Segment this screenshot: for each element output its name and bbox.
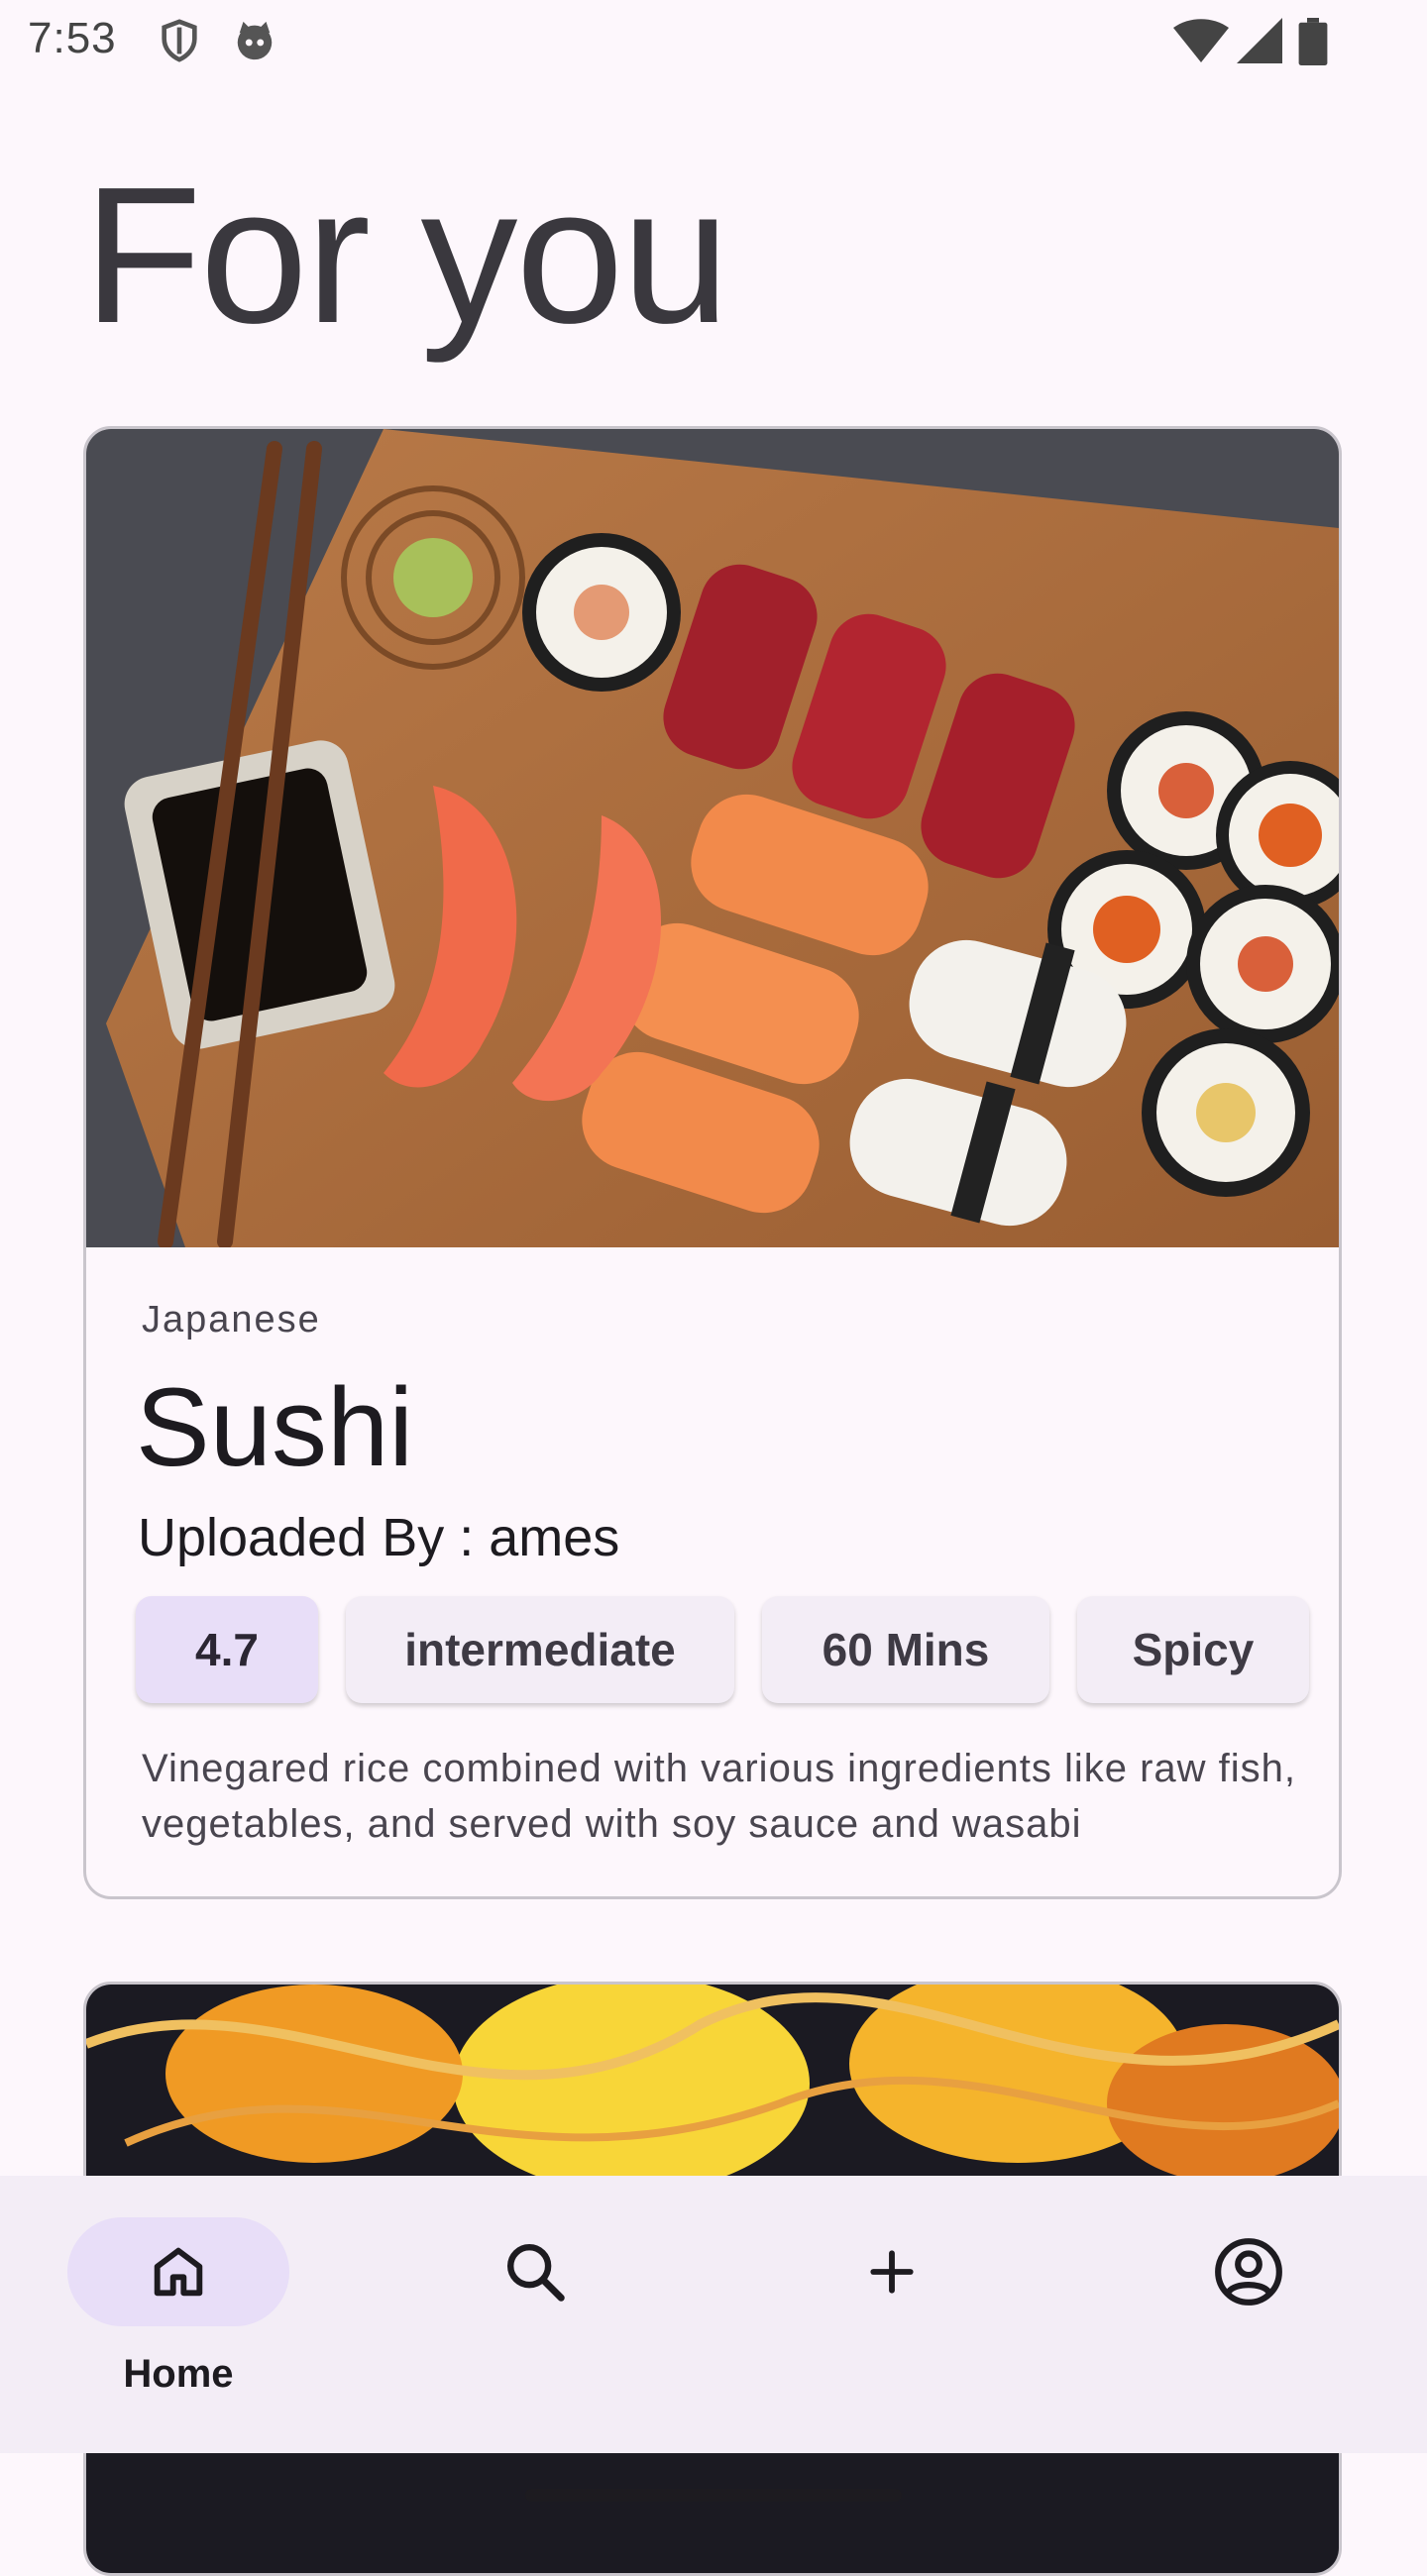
account-icon bbox=[1215, 2238, 1282, 2306]
bottom-navigation: Home bbox=[0, 2176, 1427, 2453]
nav-home-indicator bbox=[67, 2217, 289, 2326]
flavor-chip[interactable]: Spicy bbox=[1077, 1596, 1309, 1703]
plus-icon bbox=[870, 2250, 914, 2294]
nav-item-home[interactable]: Home bbox=[67, 2217, 289, 2415]
recipe-description: Vinegared rice combined with various ing… bbox=[142, 1747, 1297, 1846]
sushi-platter-photo bbox=[86, 429, 1339, 1247]
nav-item-add[interactable] bbox=[781, 2217, 1003, 2415]
home-icon bbox=[154, 2247, 203, 2297]
nav-add-indicator bbox=[781, 2217, 1003, 2326]
recipe-card[interactable]: Japanese Sushi Uploaded By : ames 4.7 in… bbox=[83, 426, 1342, 1899]
battery-icon bbox=[1298, 18, 1328, 65]
page-title: For you bbox=[83, 147, 729, 364]
gesture-bar[interactable] bbox=[525, 2489, 902, 2502]
wifi-icon bbox=[1173, 19, 1229, 62]
signal-icon bbox=[1237, 18, 1282, 63]
search-icon bbox=[506, 2244, 565, 2302]
cat-icon bbox=[237, 21, 273, 60]
recipe-title: Sushi bbox=[136, 1365, 414, 1489]
status-time: 7:53 bbox=[28, 14, 117, 62]
recipe-chips: 4.7 intermediate 60 Mins Spicy bbox=[136, 1596, 1309, 1705]
nav-home-label: Home bbox=[123, 2352, 234, 2396]
rating-chip[interactable]: 4.7 bbox=[136, 1596, 318, 1703]
status-bar: 7:53 bbox=[0, 0, 1427, 83]
difficulty-chip[interactable]: intermediate bbox=[346, 1596, 734, 1703]
nav-item-account[interactable] bbox=[1138, 2217, 1360, 2415]
recipe-card-body: Japanese Sushi Uploaded By : ames 4.7 in… bbox=[86, 1247, 1339, 1896]
recipe-cuisine: Japanese bbox=[142, 1299, 321, 1341]
recipe-uploader: Uploaded By : ames bbox=[138, 1508, 620, 1567]
nav-item-search[interactable] bbox=[424, 2217, 646, 2415]
nav-account-indicator bbox=[1138, 2217, 1360, 2326]
duration-chip[interactable]: 60 Mins bbox=[762, 1596, 1049, 1703]
shield-icon bbox=[162, 19, 197, 62]
nav-search-indicator bbox=[424, 2217, 646, 2326]
